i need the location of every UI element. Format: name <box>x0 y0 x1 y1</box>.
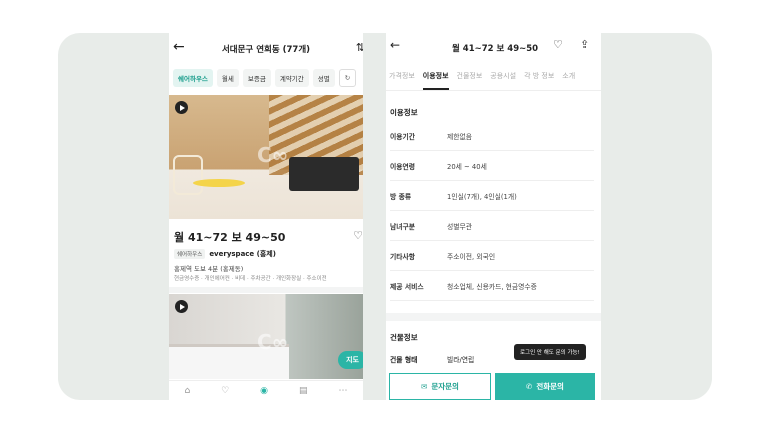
photo-table <box>193 179 245 187</box>
info-row: 제공 서비스 청소업체, 신용카드, 현금영수증 <box>390 271 594 301</box>
station-info: 홍제역 도보 4분 (홍제동) <box>174 265 244 273</box>
info-row: 기타사항 주소이전, 외국인 <box>390 241 594 271</box>
divider <box>169 287 363 293</box>
watermark-logo: C∞ <box>257 330 289 354</box>
chip-contract[interactable]: 계약기간 <box>274 69 309 87</box>
tab-intro[interactable]: 소개 <box>562 63 575 90</box>
info-value: 청소업체, 신용카드, 현금영수증 <box>447 282 537 291</box>
info-value: 빌라/연립 <box>447 356 475 364</box>
envelope-icon: ✉ <box>421 382 428 391</box>
listing-photo[interactable]: C∞ <box>169 95 363 219</box>
map-pin-icon[interactable]: ◉ <box>260 386 268 396</box>
tab-price[interactable]: 가격정보 <box>389 63 415 90</box>
detail-screen: ← 월 41~72 보 49~50 ♡ ⇪ 가격정보 이용정보 건물정보 공용시… <box>386 33 601 400</box>
listing-header: ← 서대문구 연희동 (77개) ⇅ <box>169 33 363 63</box>
info-row: 건물 형태 빌라/연립 <box>390 354 474 364</box>
tab-building[interactable]: 건물정보 <box>457 63 483 90</box>
message-inquiry-button[interactable]: ✉ 문자문의 <box>389 373 491 400</box>
info-label: 건물 형태 <box>390 356 418 364</box>
info-value: 1인실(7개), 4인실(1개) <box>447 192 517 201</box>
filter-chips: 쉐어하우스 월세 보증금 계약기간 성별 ↻ <box>173 69 357 87</box>
detail-title: 월 41~72 보 49~50 <box>452 44 539 54</box>
agency-name: everyspace (홍제) <box>209 250 276 258</box>
info-row: 이용기간 제한없음 <box>390 121 594 151</box>
page-title: 서대문구 연희동 (77개) <box>221 45 311 55</box>
tab-facilities[interactable]: 공용시설 <box>490 63 516 90</box>
usage-info-list: 이용기간 제한없음 이용연령 20세 ~ 40세 방 종류 1인실(7개), 4인실(… <box>390 121 594 301</box>
chip-monthly[interactable]: 월세 <box>216 69 239 87</box>
info-value: 성별무관 <box>447 222 473 231</box>
map-button[interactable]: 지도 <box>338 351 363 369</box>
info-label: 기타사항 <box>390 252 416 261</box>
call-inquiry-label: 전화문의 <box>536 382 564 391</box>
listing-screen: ← 서대문구 연희동 (77개) ⇅ 쉐어하우스 월세 보증금 계약기간 성별 … <box>169 33 363 400</box>
options-list: 현금영수증 · 개인에어컨 · 비데 · 주차공간 · 개인화장실 · 주소이전 <box>174 276 327 282</box>
heart-icon[interactable]: ♡ <box>353 229 363 242</box>
device-frame: ← 서대문구 연희동 (77개) ⇅ 쉐어하우스 월세 보증금 계약기간 성별 … <box>58 33 712 400</box>
heart-tab-icon[interactable]: ♡ <box>221 386 229 396</box>
share-icon[interactable]: ⇪ <box>580 38 589 51</box>
message-inquiry-label: 문자문의 <box>431 382 459 391</box>
detail-header: ← 월 41~72 보 49~50 ♡ ⇪ <box>386 33 601 61</box>
info-label: 남녀구분 <box>390 222 416 231</box>
filter-icon[interactable]: ⇅ <box>356 41 363 54</box>
tab-rooms[interactable]: 각 방 정보 <box>524 63 554 90</box>
info-label: 이용기간 <box>390 132 416 141</box>
info-row: 이용연령 20세 ~ 40세 <box>390 151 594 181</box>
login-tooltip: 로그인 안 해도 문의 가능! <box>514 344 586 360</box>
listing-price: 월 41~72 보 49~50 <box>174 231 286 244</box>
document-icon[interactable]: ▤ <box>299 386 308 396</box>
call-inquiry-button[interactable]: ✆ 전화문의 <box>495 373 595 400</box>
bottom-tab-bar: ⌂ ♡ ◉ ▤ ⋯ <box>169 380 363 400</box>
info-label: 제공 서비스 <box>390 282 424 291</box>
detail-tabs: 가격정보 이용정보 건물정보 공용시설 각 방 정보 소개 <box>386 63 601 91</box>
chip-sharehouse[interactable]: 쉐어하우스 <box>173 69 213 87</box>
photo-chair <box>173 155 203 195</box>
more-icon[interactable]: ⋯ <box>338 386 347 396</box>
play-icon[interactable] <box>175 101 188 114</box>
section-title-usage: 이용정보 <box>390 108 418 117</box>
back-arrow-icon[interactable]: ← <box>390 38 400 52</box>
divider <box>386 313 601 321</box>
info-value: 20세 ~ 40세 <box>447 162 487 171</box>
info-row: 남녀구분 성별무관 <box>390 211 594 241</box>
refresh-icon[interactable]: ↻ <box>338 69 357 87</box>
info-value: 주소이전, 외국인 <box>447 252 496 261</box>
type-badge: 쉐어하우스 <box>174 249 206 259</box>
home-icon[interactable]: ⌂ <box>184 386 190 396</box>
listing-photo-2[interactable]: C∞ <box>169 294 363 379</box>
watermark-logo: C∞ <box>257 143 289 167</box>
chip-deposit[interactable]: 보증금 <box>242 69 271 87</box>
info-row: 방 종류 1인실(7개), 4인실(1개) <box>390 181 594 211</box>
info-label: 이용연령 <box>390 162 416 171</box>
info-value: 제한없음 <box>447 132 473 141</box>
play-icon[interactable] <box>175 300 188 313</box>
tab-usage[interactable]: 이용정보 <box>422 63 449 90</box>
chip-gender[interactable]: 성별 <box>312 69 335 87</box>
heart-icon[interactable]: ♡ <box>553 38 563 51</box>
info-label: 방 종류 <box>390 192 412 201</box>
phone-icon: ✆ <box>526 382 533 391</box>
photo-sofa <box>289 157 359 191</box>
listing-meta: 쉐어하우스 everyspace (홍제) <box>174 249 276 259</box>
section-title-building: 건물정보 <box>390 333 418 342</box>
